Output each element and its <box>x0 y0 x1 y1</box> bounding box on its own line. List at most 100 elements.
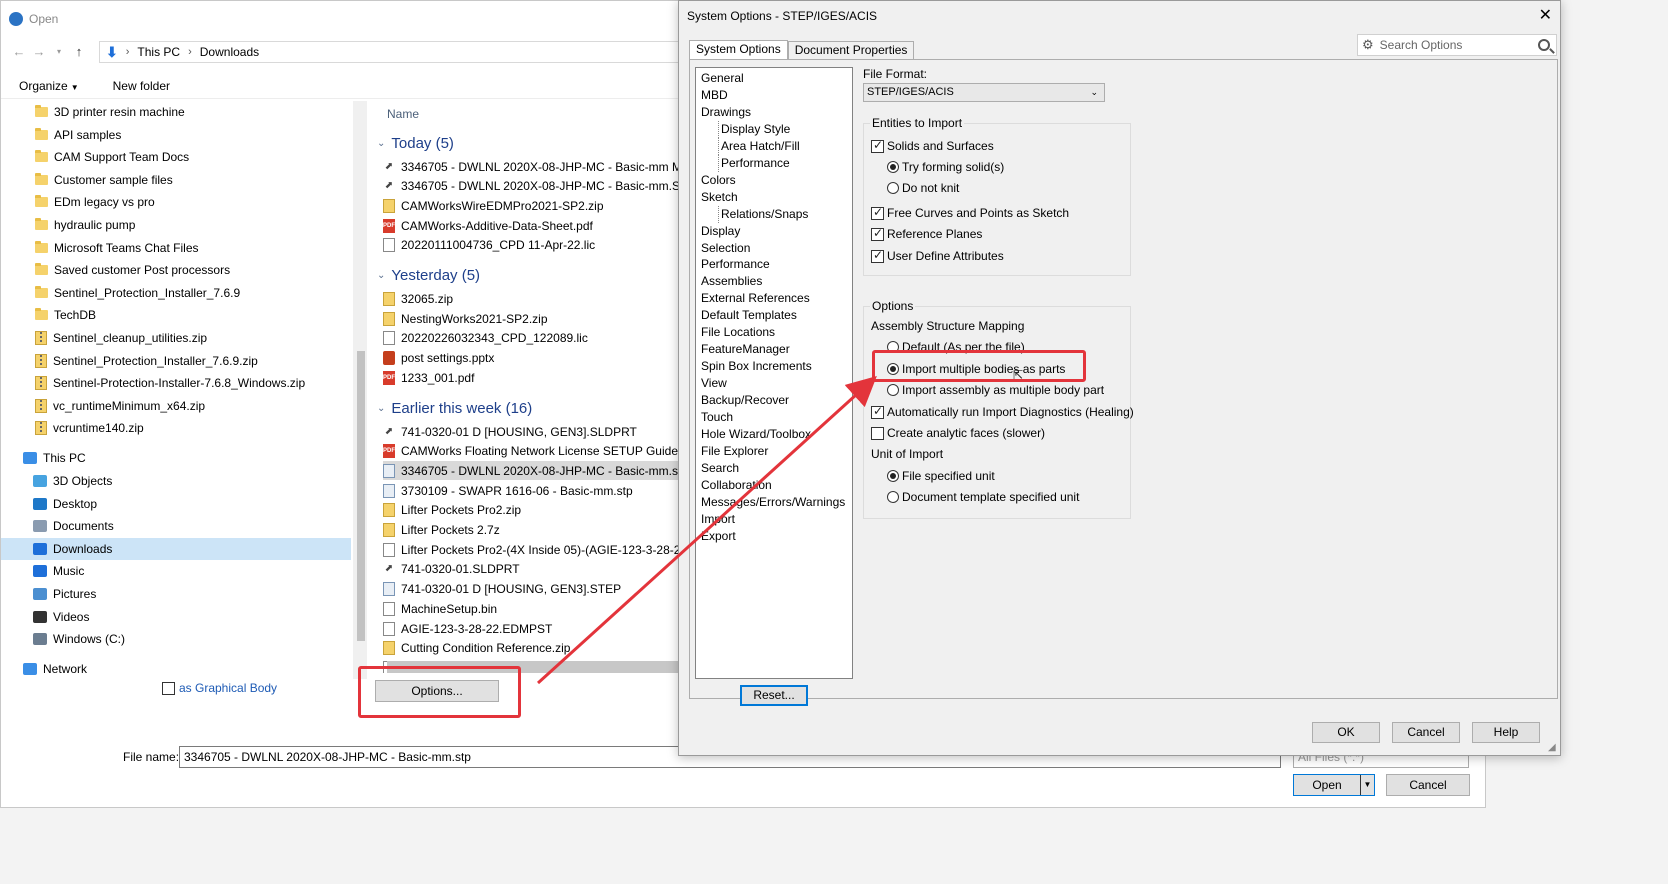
up-arrow-icon[interactable]: ↑ <box>69 44 89 59</box>
address-bar[interactable]: ⬇ › This PC › Downloads <box>99 41 679 63</box>
category-item[interactable]: Relations/Snaps <box>718 205 808 223</box>
tree-item[interactable]: Microsoft Teams Chat Files <box>35 237 199 259</box>
file-row[interactable]: Cutting Condition Reference.zip <box>383 639 681 658</box>
tree-item-network[interactable]: Network <box>23 658 87 679</box>
category-item[interactable]: View <box>701 375 727 392</box>
group-header[interactable]: ⌄ Today (5) <box>377 133 454 153</box>
ok-button[interactable]: OK <box>1312 722 1380 743</box>
group-header[interactable]: ⌄ Yesterday (5) <box>377 266 480 286</box>
tree-item[interactable]: Saved customer Post processors <box>35 259 230 281</box>
solids-surfaces-checkbox[interactable] <box>871 138 884 153</box>
tree-item[interactable]: 3D Objects <box>1 470 351 492</box>
category-item[interactable]: Performance <box>701 256 770 273</box>
tree-item[interactable]: Desktop <box>1 493 351 515</box>
file-row[interactable]: PDF 1233_001.pdf <box>383 368 681 387</box>
search-icon[interactable] <box>1538 39 1550 51</box>
new-folder-button[interactable]: New folder <box>113 79 170 93</box>
forward-arrow-icon[interactable]: → <box>29 44 49 59</box>
file-specified-unit-radio[interactable] <box>887 470 899 482</box>
close-icon[interactable]: ✕ <box>1539 5 1552 25</box>
category-item[interactable]: Performance <box>718 154 790 172</box>
category-item[interactable]: Drawings <box>701 104 751 121</box>
breadcrumb-this-pc[interactable]: This PC <box>137 45 180 59</box>
file-format-select[interactable]: STEP/IGES/ACIS ⌄ <box>863 83 1105 102</box>
tree-item[interactable]: vcruntime140.zip <box>35 417 144 439</box>
try-forming-solids-radio[interactable] <box>887 161 899 173</box>
category-item[interactable]: Search <box>701 460 739 477</box>
create-analytic-faces-checkbox[interactable] <box>871 426 884 440</box>
reset-button[interactable]: Reset... <box>740 685 808 706</box>
file-row[interactable]: 32065.zip <box>383 290 681 309</box>
tab-document-properties[interactable]: Document Properties <box>787 41 915 59</box>
category-item[interactable]: Display Style <box>718 120 790 138</box>
file-row[interactable]: post settings.pptx <box>383 349 681 368</box>
tree-item[interactable]: Sentinel_cleanup_utilities.zip <box>35 327 207 349</box>
cancel-open-button[interactable]: Cancel <box>1386 774 1470 796</box>
category-item[interactable]: Export <box>701 528 736 545</box>
tree-item[interactable]: Sentinel_Protection_Installer_7.6.9.zip <box>35 350 258 372</box>
reference-planes-checkbox[interactable] <box>871 226 884 241</box>
file-row[interactable]: ⬈ 3346705 - DWLNL 2020X-08-JHP-MC - Basic… <box>383 177 681 196</box>
file-row[interactable]: PDF CAMWorks-Additive-Data-Sheet.pdf <box>383 216 681 235</box>
tree-item[interactable]: Windows (C:) <box>1 628 351 650</box>
category-item[interactable]: Import <box>701 511 735 528</box>
file-row[interactable]: 741-0320-01 D [HOUSING, GEN3].STEP <box>383 580 681 599</box>
tree-item[interactable]: CAM Support Team Docs <box>35 146 189 168</box>
file-row[interactable]: ⬈ 3346705 - DWLNL 2020X-08-JHP-MC - Basic… <box>383 157 681 176</box>
tree-item[interactable]: Documents <box>1 515 351 537</box>
tree-item[interactable]: vc_runtimeMinimum_x64.zip <box>35 395 205 417</box>
do-not-knit-option[interactable]: Do not knit <box>887 181 959 195</box>
search-options-box[interactable]: ⚙ Search Options <box>1357 34 1557 56</box>
tree-scrollbar-thumb[interactable] <box>357 351 365 641</box>
file-row[interactable]: Lifter Pockets Pro2-(4X Inside 05)-(AGIE… <box>383 540 681 559</box>
tree-item[interactable]: API samples <box>35 124 121 146</box>
breadcrumb-downloads[interactable]: Downloads <box>200 45 259 59</box>
tree-item[interactable]: Music <box>1 560 351 582</box>
category-item[interactable]: Backup/Recover <box>701 392 789 409</box>
tab-system-options[interactable]: System Options <box>689 40 788 59</box>
tree-item[interactable]: Downloads <box>1 537 351 560</box>
chevron-down-icon[interactable]: ⌄ <box>377 138 385 149</box>
category-item[interactable]: Display <box>701 223 740 240</box>
file-row[interactable]: ⬈ 741-0320-01.SLDPRT <box>383 560 681 579</box>
category-item[interactable]: File Locations <box>701 324 775 341</box>
graphical-body-option[interactable]: as Graphical Body <box>162 681 277 695</box>
free-curves-checkbox[interactable] <box>871 205 884 220</box>
category-item[interactable]: Collaboration <box>701 477 772 494</box>
create-analytic-faces-option[interactable]: Create analytic faces (slower) <box>871 426 1045 440</box>
category-item[interactable]: Sketch <box>701 189 738 206</box>
tree-item[interactable]: Pictures <box>1 583 351 605</box>
category-item[interactable]: Selection <box>701 240 750 257</box>
tree-item[interactable]: hydraulic pump <box>35 214 135 236</box>
try-forming-solids-option[interactable]: Try forming solid(s) <box>887 160 1004 174</box>
category-item[interactable]: MBD <box>701 87 728 104</box>
file-row[interactable]: 20220111004736_CPD 11-Apr-22.lic <box>383 236 681 255</box>
category-item[interactable]: Assemblies <box>701 273 762 290</box>
category-item[interactable]: FeatureManager <box>701 341 790 358</box>
file-row[interactable]: CAMWorksWireEDMPro2021-SP2.zip <box>383 196 681 215</box>
file-row[interactable]: AGIE-123-3-28-22.EDMPST <box>383 619 681 638</box>
file-row[interactable]: MachineSetup.bin <box>383 599 681 618</box>
tree-item[interactable]: Customer sample files <box>35 169 173 191</box>
category-item[interactable]: Area Hatch/Fill <box>718 137 800 155</box>
group-header[interactable]: ⌄ Earlier this week (16) <box>377 398 532 418</box>
file-row[interactable]: Lifter Pockets 2.7z <box>383 521 681 540</box>
do-not-knit-radio[interactable] <box>887 182 899 194</box>
tree-item[interactable]: 3D printer resin machine <box>35 101 185 123</box>
category-item[interactable]: Default Templates <box>701 307 797 324</box>
import-assembly-multibody-radio[interactable] <box>887 384 899 396</box>
tree-item[interactable]: Videos <box>1 606 351 628</box>
open-button[interactable]: Open ▼ <box>1293 774 1375 796</box>
file-row[interactable]: 20220226032343_CPD_122089.lic <box>383 329 681 348</box>
file-row[interactable]: NestingWorks2021-SP2.zip <box>383 309 681 328</box>
file-specified-unit-option[interactable]: File specified unit <box>887 469 995 483</box>
tree-item[interactable]: Sentinel-Protection-Installer-7.6.8_Wind… <box>35 372 305 394</box>
category-item[interactable]: General <box>701 70 744 87</box>
auto-import-diagnostics-checkbox[interactable] <box>871 404 884 419</box>
import-assembly-multibody-option[interactable]: Import assembly as multiple body part <box>887 383 1104 397</box>
file-row[interactable]: Lifter Pockets Pro2.zip <box>383 501 681 520</box>
reference-planes-option[interactable]: Reference Planes <box>871 226 982 241</box>
organize-button[interactable]: Organize ▼ <box>19 79 79 93</box>
tree-item[interactable]: TechDB <box>35 304 96 326</box>
category-item[interactable]: Hole Wizard/Toolbox <box>701 426 811 443</box>
